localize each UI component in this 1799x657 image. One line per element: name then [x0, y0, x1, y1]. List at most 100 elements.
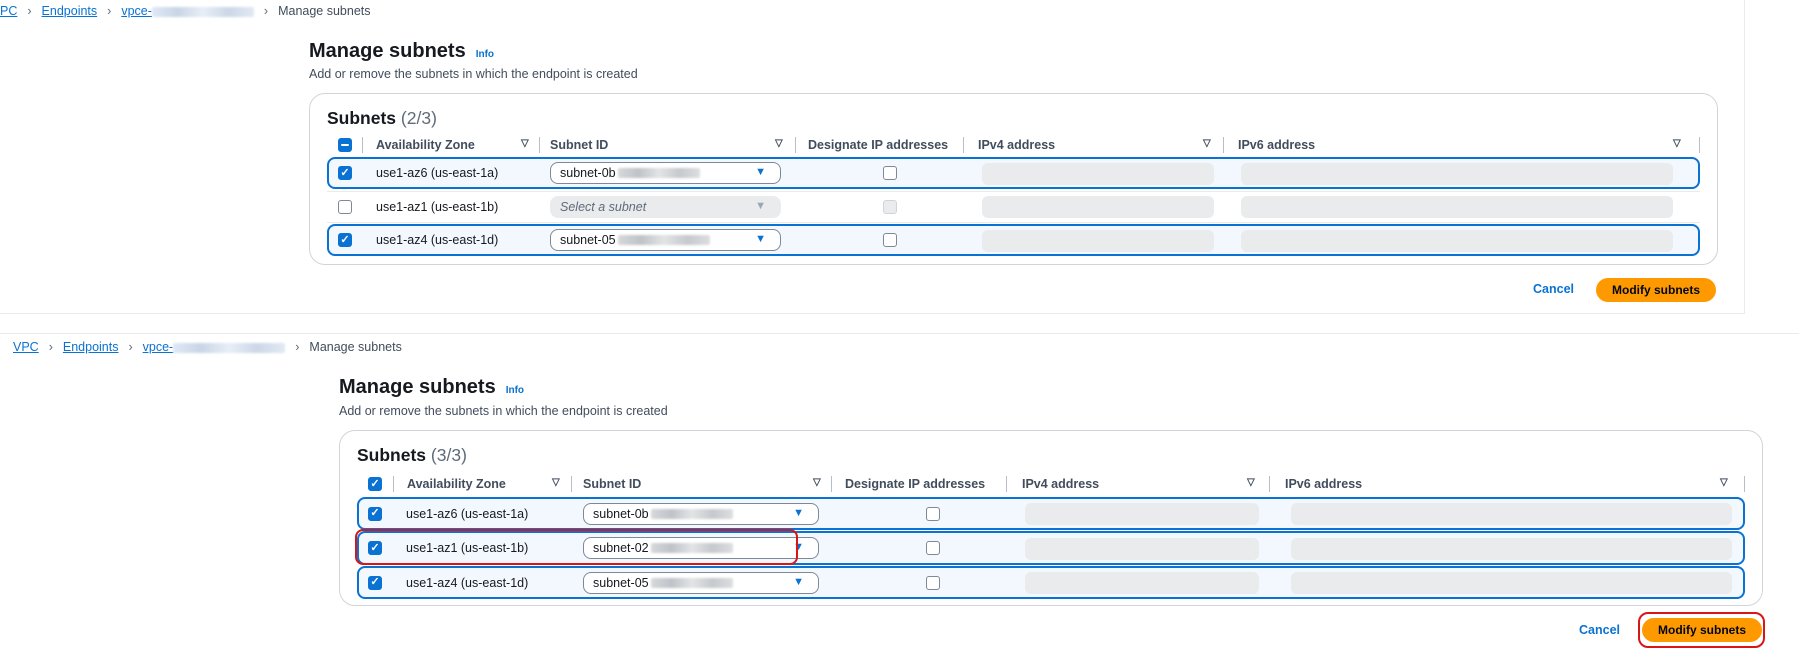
chevron-right-icon: › [128, 340, 133, 354]
row-checkbox[interactable]: ✓ [338, 166, 352, 180]
column-subnet-id-label: Subnet ID [550, 138, 609, 152]
sort-down-icon[interactable]: ▽ [1247, 477, 1255, 488]
row-checkbox[interactable]: ✓ [368, 506, 382, 521]
column-subnet-id[interactable]: Subnet ID ▽ [583, 473, 821, 495]
designate-ip-checkbox [883, 200, 897, 214]
table-row[interactable]: ✓ use1-az6 (us-east-1a) subnet-0b ▼ [357, 497, 1745, 530]
ipv4-input[interactable] [1025, 538, 1259, 560]
check-icon: ✓ [340, 233, 350, 246]
row-checkbox[interactable]: ✓ [368, 575, 382, 590]
column-subnet-id[interactable]: Subnet ID ▽ [550, 134, 783, 156]
ipv6-input[interactable] [1241, 163, 1673, 185]
page-title: Manage subnets Info [339, 376, 524, 399]
row-select-cell: ✓ [368, 568, 382, 597]
designate-ip-cell [926, 533, 940, 563]
redacted-vpce-id [173, 342, 286, 353]
sort-down-icon[interactable]: ▽ [1203, 138, 1211, 149]
cancel-button[interactable]: Cancel [1533, 282, 1574, 296]
ipv6-input[interactable] [1291, 503, 1732, 525]
info-link[interactable]: Info [476, 49, 494, 60]
modify-subnets-button[interactable]: Modify subnets [1642, 618, 1763, 642]
designate-ip-checkbox[interactable] [926, 506, 940, 521]
subnet-id-select: Select a subnet ▼ [550, 196, 781, 218]
column-divider [1699, 137, 1700, 153]
column-divider [795, 137, 796, 153]
sort-down-icon[interactable]: ▽ [521, 138, 529, 149]
column-ipv4[interactable]: IPv4 address ▽ [1022, 473, 1255, 495]
sort-down-icon[interactable]: ▽ [552, 477, 560, 488]
column-ipv6[interactable]: IPv6 address ▽ [1285, 473, 1728, 495]
check-icon: ✓ [340, 166, 350, 179]
breadcrumb-endpoints-link[interactable]: Endpoints [63, 340, 119, 354]
designate-ip-cell [926, 499, 940, 528]
az-cell: use1-az4 (us-east-1d) [376, 233, 499, 247]
redacted-subnet-id [650, 543, 733, 553]
sort-down-icon[interactable]: ▽ [775, 138, 783, 149]
cancel-button[interactable]: Cancel [1579, 623, 1620, 637]
designate-ip-checkbox[interactable] [883, 233, 897, 247]
row-select-cell: ✓ [368, 499, 382, 528]
row-select-cell: ✓ [338, 226, 352, 254]
select-all-checkbox[interactable] [338, 138, 352, 152]
table-header: Availability Zone ▽ Subnet ID ▽ Designat… [310, 134, 1719, 156]
subnet-id-placeholder: Select a subnet [560, 200, 647, 214]
subnets-count: (2/3) [396, 108, 437, 128]
breadcrumb-vpc-link[interactable]: VPC [13, 340, 39, 354]
subnet-id-select[interactable]: subnet-05 ▼ [550, 229, 781, 251]
info-link[interactable]: Info [506, 385, 524, 396]
column-ipv6[interactable]: IPv6 address ▽ [1238, 134, 1681, 156]
select-all-cell: ✓ [368, 473, 382, 495]
table-row[interactable]: ✓ use1-az4 (us-east-1d) subnet-05 ▼ [327, 224, 1700, 256]
ipv4-input[interactable] [982, 163, 1214, 185]
sort-down-icon[interactable]: ▽ [1720, 477, 1728, 488]
table-row[interactable]: ✓ use1-az4 (us-east-1d) subnet-05 ▼ [357, 566, 1745, 599]
check-icon: ✓ [370, 576, 380, 588]
column-ipv4[interactable]: IPv4 address ▽ [978, 134, 1211, 156]
breadcrumb-current: Manage subnets [309, 340, 402, 354]
subnet-id-select[interactable]: subnet-0b ▼ [550, 162, 781, 184]
subnet-id-select[interactable]: subnet-02 ▼ [583, 537, 819, 559]
chevron-right-icon: › [27, 4, 32, 18]
az-cell: use1-az6 (us-east-1a) [406, 506, 529, 521]
column-designate-ip-label: Designate IP addresses [808, 138, 949, 152]
row-checkbox[interactable]: ✓ [338, 233, 352, 247]
modify-subnets-button[interactable]: Modify subnets [1596, 278, 1717, 302]
subnet-id-select[interactable]: subnet-05 ▼ [583, 572, 819, 594]
ipv4-input[interactable] [1025, 572, 1259, 594]
column-az[interactable]: Availability Zone ▽ [376, 134, 529, 156]
column-divider [539, 137, 540, 153]
sort-down-icon[interactable]: ▽ [1673, 138, 1681, 149]
vpce-id-prefix: vpce- [121, 4, 152, 18]
designate-ip-checkbox[interactable] [926, 575, 940, 590]
breadcrumb-vpce-link[interactable]: vpce- [121, 4, 254, 18]
table-header: ✓ Availability Zone ▽ Subnet ID ▽ Design… [340, 473, 1764, 495]
column-az[interactable]: Availability Zone ▽ [407, 473, 560, 495]
column-az-label: Availability Zone [407, 477, 506, 491]
designate-ip-checkbox[interactable] [883, 166, 897, 180]
select-all-checkbox[interactable]: ✓ [368, 477, 382, 491]
ipv4-input[interactable] [982, 230, 1214, 252]
column-designate-ip-label: Designate IP addresses [845, 477, 986, 491]
ipv4-input[interactable] [1025, 503, 1259, 525]
table-row[interactable]: ✓ use1-az1 (us-east-1b) subnet-02 ▼ [357, 531, 1745, 565]
row-checkbox[interactable] [338, 200, 352, 214]
sort-down-icon[interactable]: ▽ [813, 477, 821, 488]
breadcrumb-endpoints-link[interactable]: Endpoints [42, 4, 98, 18]
subnet-id-select[interactable]: subnet-0b ▼ [583, 503, 819, 525]
breadcrumb-vpce-link[interactable]: vpce- [143, 340, 286, 354]
caret-down-icon: ▼ [793, 507, 804, 519]
ipv6-input[interactable] [1291, 538, 1732, 560]
redacted-subnet-id [650, 509, 733, 519]
designate-ip-checkbox[interactable] [926, 541, 940, 555]
caret-down-icon: ▼ [755, 166, 766, 178]
breadcrumb-current: Manage subnets [278, 4, 371, 18]
ipv6-input[interactable] [1291, 572, 1732, 594]
ipv6-input[interactable] [1241, 230, 1673, 252]
breadcrumb-vpc-link[interactable]: PC [0, 4, 17, 18]
table-row[interactable]: ✓ use1-az6 (us-east-1a) subnet-0b ▼ [327, 157, 1700, 189]
column-divider [1744, 476, 1745, 492]
column-designate-ip: Designate IP addresses [845, 473, 985, 495]
row-checkbox[interactable]: ✓ [368, 541, 382, 555]
table-row[interactable]: use1-az1 (us-east-1b) Select a subnet ▼ [327, 191, 1700, 223]
column-divider [1006, 476, 1007, 492]
